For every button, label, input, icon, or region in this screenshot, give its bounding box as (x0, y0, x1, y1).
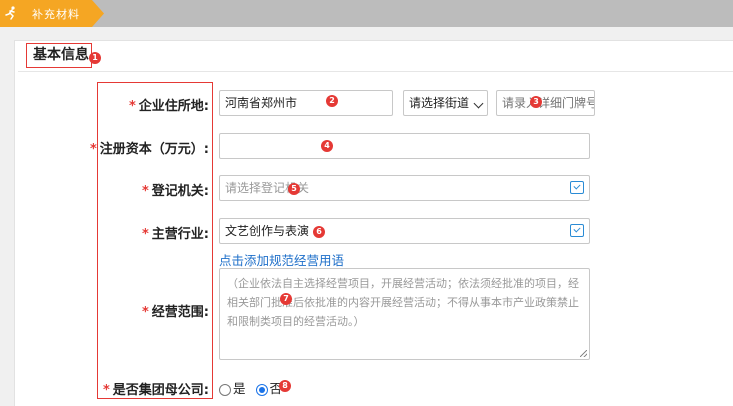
section-title: 基本信息 (26, 43, 92, 68)
step-label: 补充材料 (32, 8, 80, 21)
annotation-badge: 2 (326, 95, 338, 107)
address-detail-input[interactable] (496, 90, 595, 116)
annotation-badge: 4 (321, 140, 333, 152)
radio-button-selected[interactable] (255, 383, 268, 396)
capital-input[interactable] (219, 133, 590, 159)
industry-picker[interactable]: 文艺创作与表演 (219, 218, 590, 244)
annotation-badge: 5 (288, 183, 300, 195)
street-select[interactable]: 请选择街道 (403, 90, 488, 116)
group-company-label: * 是否集团母公司: (102, 383, 209, 398)
runner-icon (5, 6, 15, 20)
address-label: * 企业住所地: (128, 99, 209, 114)
street-select-value: 请选择街道 (409, 96, 470, 110)
divider (18, 71, 733, 72)
authority-picker[interactable]: 请选择登记机关 (219, 175, 590, 201)
annotation-badge: 3 (530, 96, 542, 108)
radio-option-no[interactable]: 否 (255, 378, 282, 397)
annotation-badge: 6 (313, 226, 325, 238)
scope-placeholder: （企业依法自主选择经营项目，开展经营活动；依法须经批准的项目，经相关部门批准后依… (227, 277, 579, 328)
annotation-badge: 7 (280, 293, 292, 305)
annotation-badge: 8 (279, 380, 291, 392)
select-list-icon[interactable] (570, 181, 584, 194)
scope-label: * 经营范围: (141, 305, 209, 320)
chevron-down-icon (473, 98, 484, 109)
capital-label: * 注册资本（万元）: (89, 142, 209, 157)
authority-label: * 登记机关: (141, 184, 209, 199)
select-list-icon[interactable] (570, 224, 584, 237)
address-province-input[interactable]: 河南省郑州市 (219, 90, 393, 116)
step-supplement-materials[interactable]: 补充材料 (0, 0, 104, 27)
scope-textarea[interactable]: （企业依法自主选择经营项目，开展经营活动；依法须经批准的项目，经相关部门批准后依… (219, 268, 590, 360)
industry-value: 文艺创作与表演 (225, 224, 310, 238)
radio-button[interactable] (219, 383, 231, 396)
radio-option-yes[interactable]: 是 (219, 378, 246, 397)
radio-label: 是 (233, 381, 246, 396)
step-bar: 补充材料 (0, 0, 733, 27)
annotation-badge: 1 (89, 52, 101, 64)
group-company-radio-group: 是 否 (219, 378, 288, 397)
industry-label: * 主营行业: (141, 227, 209, 242)
add-standard-scope-link[interactable]: 点击添加规范经营用语 (219, 250, 344, 269)
resize-handle[interactable] (580, 350, 587, 357)
